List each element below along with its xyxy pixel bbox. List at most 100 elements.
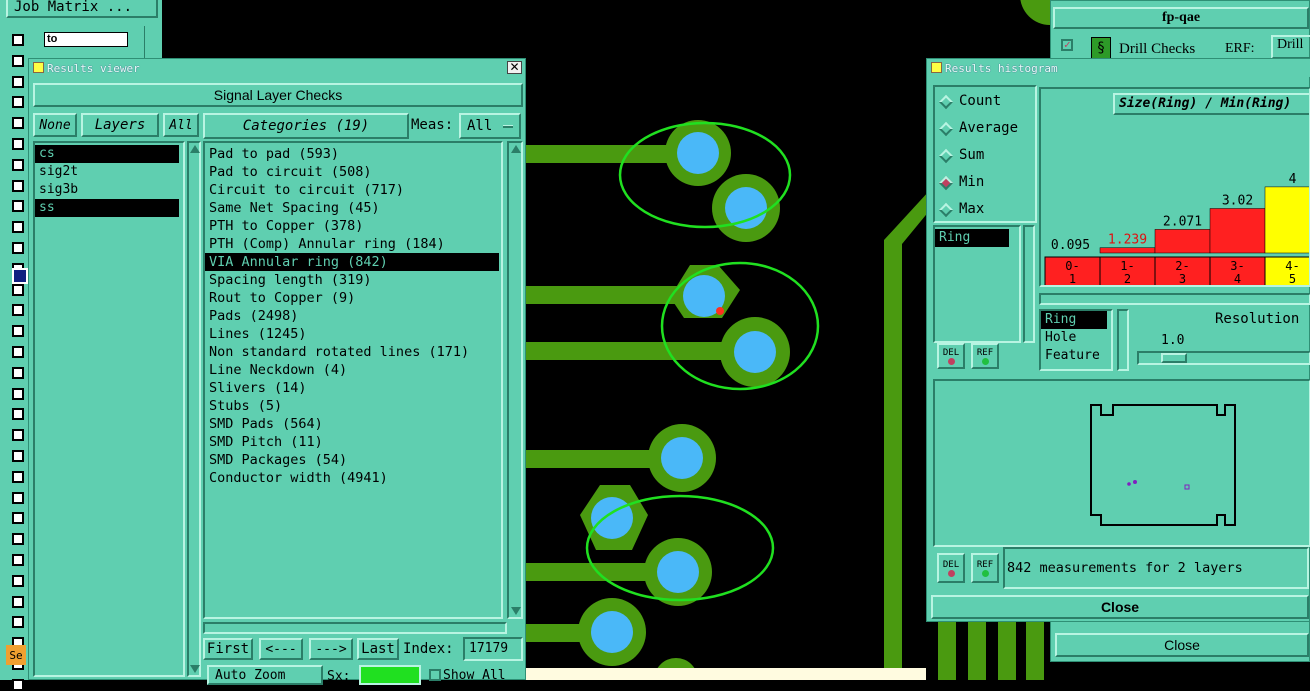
category-item[interactable]: Line Neckdown (4) (205, 361, 501, 379)
meas-select[interactable]: All (459, 113, 521, 139)
category-item[interactable]: Lines (1245) (205, 325, 501, 343)
category-item[interactable]: Conductor width (4941) (205, 469, 501, 487)
category-item[interactable]: Rout to Copper (9) (205, 289, 501, 307)
category-item[interactable]: VIA Annular ring (842) (205, 253, 499, 271)
category-item[interactable]: Spacing length (319) (205, 271, 501, 289)
category-item[interactable]: Pad to circuit (508) (205, 163, 501, 181)
category-item[interactable]: Pads (2498) (205, 307, 501, 325)
matrix-cell-checkbox[interactable] (12, 179, 24, 192)
histogram-hscrollbar[interactable] (1039, 293, 1310, 305)
histogram-del-button[interactable]: DEL (937, 553, 965, 583)
show-all-checkbox[interactable] (429, 669, 441, 681)
category-item[interactable]: Non standard rotated lines (171) (205, 343, 501, 361)
matrix-cell-checkbox[interactable] (12, 616, 24, 629)
category-item[interactable]: PTH to Copper (378) (205, 217, 501, 235)
category-item[interactable]: Circuit to circuit (717) (205, 181, 501, 199)
type-list[interactable]: Ring Hole Feature (1039, 309, 1113, 371)
drill-check-checkbox[interactable]: ✓ (1061, 38, 1073, 51)
histogram-bar[interactable] (1209, 208, 1266, 254)
type-scrollbar[interactable] (1117, 309, 1129, 371)
layer-item-cs[interactable]: cs (35, 145, 179, 163)
job-matrix-field[interactable]: to (44, 32, 128, 47)
matrix-cell-checkbox[interactable] (12, 678, 24, 691)
measure-item-ring[interactable]: Ring (935, 229, 1009, 247)
matrix-cell-checkbox[interactable] (12, 158, 24, 171)
prev-button[interactable]: <--- (259, 638, 303, 660)
sx-color-swatch[interactable] (359, 665, 421, 685)
categories-hscrollbar[interactable] (203, 622, 507, 634)
matrix-cell-checkbox[interactable] (12, 117, 24, 130)
se-tab[interactable]: Se (6, 645, 26, 665)
category-item[interactable]: SMD Pitch (11) (205, 433, 501, 451)
window-menu-icon[interactable] (33, 62, 44, 73)
matrix-cell-checkbox[interactable] (12, 512, 24, 525)
matrix-cell-checkbox[interactable] (12, 408, 24, 421)
first-button[interactable]: First (203, 638, 253, 660)
mode-option-max[interactable]: Max (935, 199, 1035, 221)
mode-option-average[interactable]: Average (935, 118, 1035, 140)
matrix-cell-checkbox[interactable] (12, 387, 24, 400)
matrix-cell-checkbox[interactable] (12, 54, 24, 67)
measure-list[interactable]: Ring (933, 225, 1021, 343)
resolution-slider[interactable] (1137, 351, 1310, 365)
layer-item-ss[interactable]: ss (35, 199, 179, 217)
category-item[interactable]: SMD Pads (564) (205, 415, 501, 433)
categories-list[interactable]: Pad to pad (593) Pad to circuit (508) Circ… (203, 141, 503, 619)
last-button[interactable]: Last (357, 638, 399, 660)
auto-zoom-button[interactable]: Auto Zoom (207, 665, 323, 685)
layers-button[interactable]: Layers (81, 113, 159, 137)
erf-select[interactable]: Drill (1271, 35, 1310, 59)
matrix-cell-checkbox[interactable] (12, 366, 24, 379)
matrix-cell-checkbox[interactable] (12, 75, 24, 88)
histogram-bar[interactable] (1264, 186, 1310, 254)
matrix-cell-checkbox[interactable] (12, 283, 24, 296)
categories-button[interactable]: Categories (19) (203, 113, 409, 139)
matrix-cell-checkbox[interactable] (12, 574, 24, 587)
matrix-cell-checkbox[interactable] (12, 470, 24, 483)
layers-scrollbar[interactable] (187, 141, 201, 677)
index-input[interactable]: 17179 (463, 637, 523, 661)
type-item-feature[interactable]: Feature (1041, 347, 1111, 365)
matrix-cell-checkbox[interactable] (12, 554, 24, 566)
job-matrix-title[interactable]: Job Matrix ... (6, 0, 158, 18)
layer-item-sig3b[interactable]: sig3b (35, 181, 183, 199)
resolution-slider-thumb[interactable] (1161, 353, 1187, 363)
results-viewer-titlebar[interactable]: Results viewer (29, 59, 525, 77)
categories-vscrollbar[interactable] (507, 141, 523, 619)
measure-ref-button[interactable]: REF (971, 343, 999, 369)
mode-option-sum[interactable]: Sum (935, 145, 1035, 167)
matrix-selected-cell[interactable] (12, 268, 28, 284)
layers-all-button[interactable]: All (163, 113, 199, 137)
matrix-cell-checkbox[interactable] (12, 491, 24, 504)
layers-none-button[interactable]: None (33, 113, 77, 137)
histogram-bar[interactable] (1099, 247, 1156, 254)
matrix-cell-checkbox[interactable] (12, 595, 24, 608)
histogram-titlebar[interactable]: Results histogram (927, 59, 1310, 77)
category-item[interactable]: Slivers (14) (205, 379, 501, 397)
board-preview[interactable] (933, 379, 1310, 547)
category-item[interactable]: Pad to pad (593) (205, 145, 501, 163)
category-item[interactable]: SMD Packages (54) (205, 451, 501, 469)
measure-scrollbar[interactable] (1023, 225, 1035, 343)
category-item[interactable]: Same Net Spacing (45) (205, 199, 501, 217)
matrix-cell-checkbox[interactable] (12, 533, 24, 546)
layer-item-sig2t[interactable]: sig2t (35, 163, 183, 181)
category-item[interactable]: Stubs (5) (205, 397, 501, 415)
drill-close-button[interactable]: Close (1055, 633, 1309, 657)
matrix-cell-checkbox[interactable] (12, 34, 24, 46)
matrix-cell-checkbox[interactable] (12, 138, 24, 150)
matrix-cell-checkbox[interactable] (12, 242, 24, 254)
matrix-cell-checkbox[interactable] (12, 200, 24, 213)
matrix-cell-checkbox[interactable] (12, 96, 24, 109)
next-button[interactable]: ---> (309, 638, 353, 660)
matrix-cell-checkbox[interactable] (12, 450, 24, 462)
histogram-ref-button[interactable]: REF (971, 553, 999, 583)
matrix-cell-checkbox[interactable] (12, 221, 24, 234)
type-item-ring[interactable]: Ring (1041, 311, 1107, 329)
layers-list[interactable]: cs sig2t sig3b ss (33, 141, 185, 677)
measure-del-button[interactable]: DEL (937, 343, 965, 369)
close-icon[interactable]: ✕ (507, 61, 522, 74)
window-menu-icon[interactable] (931, 62, 942, 73)
histogram-close-button[interactable]: Close (931, 595, 1309, 619)
mode-option-count[interactable]: Count (935, 91, 1035, 113)
